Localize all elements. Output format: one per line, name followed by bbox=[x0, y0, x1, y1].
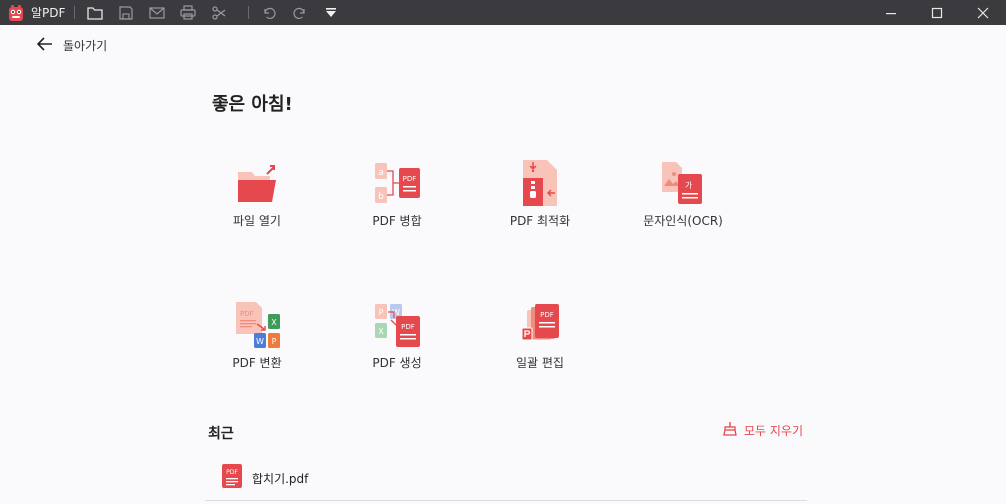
tool-label: 문자인식(OCR) bbox=[643, 214, 723, 228]
create-pdf-button[interactable]: P W X PDF PDF 생성 bbox=[337, 302, 457, 371]
svg-text:PDF: PDF bbox=[540, 311, 554, 319]
batch-edit-icon: PDF bbox=[517, 302, 563, 348]
open-folder-icon bbox=[234, 160, 280, 206]
tool-label: 파일 열기 bbox=[233, 214, 281, 228]
clear-all-label: 모두 지우기 bbox=[744, 424, 804, 438]
dropdown-icon[interactable] bbox=[320, 2, 342, 24]
svg-text:W: W bbox=[256, 337, 264, 346]
convert-pdf-icon: PDF X W P bbox=[232, 302, 282, 348]
tool-label: 일괄 편집 bbox=[516, 356, 564, 370]
svg-text:X: X bbox=[378, 327, 384, 336]
svg-text:a: a bbox=[378, 168, 384, 178]
app-logo-icon bbox=[7, 4, 25, 22]
ocr-button[interactable]: 가 문자인식(OCR) bbox=[623, 160, 743, 229]
open-file-button[interactable]: 파일 열기 bbox=[197, 160, 317, 229]
svg-text:PDF: PDF bbox=[403, 175, 417, 183]
greeting-title: 좋은 아침! bbox=[212, 94, 293, 115]
title-bar: 알PDF bbox=[0, 0, 1006, 25]
convert-pdf-button[interactable]: PDF X W P PDF 변환 bbox=[197, 302, 317, 371]
close-icon[interactable] bbox=[960, 0, 1006, 25]
batch-edit-button[interactable]: PDF 일괄 편집 bbox=[480, 302, 600, 371]
scissors-icon[interactable] bbox=[208, 2, 230, 24]
back-label: 돌아가기 bbox=[63, 39, 108, 53]
pdf-file-icon: PDF bbox=[222, 464, 242, 492]
merge-pdf-icon: a b PDF bbox=[372, 160, 422, 206]
recent-file-item[interactable]: PDF 합치기.pdf bbox=[205, 456, 807, 501]
mail-icon[interactable] bbox=[146, 2, 168, 24]
maximize-icon[interactable] bbox=[914, 0, 960, 25]
tool-label: PDF 생성 bbox=[372, 356, 422, 370]
svg-text:X: X bbox=[271, 318, 277, 327]
tool-label: PDF 최적화 bbox=[509, 214, 571, 228]
recent-file-name: 합치기.pdf bbox=[252, 471, 309, 486]
svg-text:PDF: PDF bbox=[226, 469, 238, 476]
back-button[interactable]: 돌아가기 bbox=[36, 36, 108, 55]
tool-label: PDF 병합 bbox=[372, 214, 422, 228]
create-pdf-icon: P W X PDF bbox=[372, 302, 422, 348]
svg-text:P: P bbox=[379, 308, 384, 317]
svg-text:가: 가 bbox=[685, 181, 693, 190]
compress-pdf-icon bbox=[517, 160, 563, 206]
merge-pdf-button[interactable]: a b PDF PDF 병합 bbox=[337, 160, 457, 229]
ocr-icon: 가 bbox=[660, 160, 706, 206]
divider bbox=[74, 6, 76, 19]
svg-text:PDF: PDF bbox=[240, 310, 254, 318]
tool-label: PDF 변환 bbox=[232, 356, 282, 370]
svg-text:b: b bbox=[378, 192, 384, 202]
minimize-icon[interactable] bbox=[868, 0, 914, 25]
arrow-left-icon bbox=[36, 36, 53, 55]
optimize-pdf-button[interactable]: PDF 최적화 bbox=[480, 160, 600, 229]
print-icon[interactable] bbox=[177, 2, 199, 24]
svg-text:P: P bbox=[272, 337, 277, 346]
save-icon[interactable] bbox=[115, 2, 137, 24]
clear-all-button[interactable]: 모두 지우기 bbox=[722, 421, 803, 440]
broom-icon bbox=[722, 421, 738, 440]
app-name: 알PDF bbox=[31, 6, 66, 20]
undo-icon[interactable] bbox=[258, 2, 280, 24]
svg-text:PDF: PDF bbox=[401, 323, 415, 331]
folder-icon[interactable] bbox=[84, 2, 106, 24]
recent-section-title: 최근 bbox=[208, 426, 234, 442]
divider bbox=[248, 6, 250, 19]
redo-icon[interactable] bbox=[289, 2, 311, 24]
